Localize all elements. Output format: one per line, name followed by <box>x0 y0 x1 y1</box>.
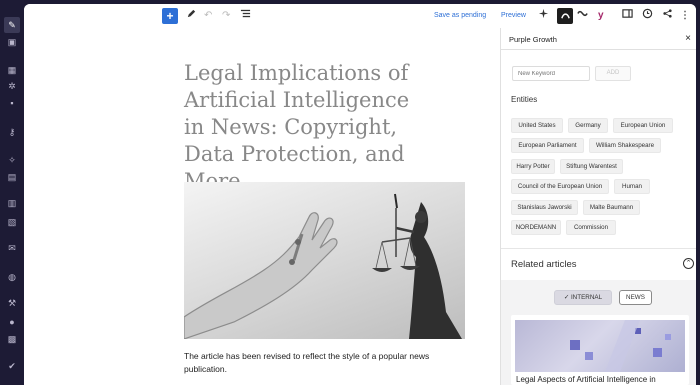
sidebar-header: Purple Growth × <box>501 28 696 50</box>
entity-chip[interactable]: Commission <box>566 220 616 235</box>
entity-chip[interactable]: Stiftung Warentest <box>560 159 623 174</box>
sparkle-icon[interactable]: ✧ <box>7 155 17 165</box>
entity-chip[interactable]: European Parliament <box>511 138 584 153</box>
entity-chip[interactable]: Germany <box>568 118 608 133</box>
magic-icon[interactable] <box>538 8 550 24</box>
image-caption[interactable]: The article has been revised to reflect … <box>184 350 465 376</box>
admin-sidebar: ✎ ▣ ▦ ✲ ▪ ⚷ ✧ ▤ ▥ ▧ ✉ ◍ ⚒ ● ▩ ✔ <box>0 0 24 385</box>
outline-icon[interactable] <box>240 8 252 24</box>
yoast-seo-icon[interactable]: y <box>598 8 612 24</box>
editor-toolbar: + ↶ ↷ Save as pending Preview y ⋮ <box>24 4 696 28</box>
share-icon[interactable] <box>662 8 674 24</box>
tab-internal[interactable]: ✓ INTERNAL <box>554 290 612 305</box>
grid-icon[interactable]: ▪ <box>7 98 17 108</box>
entities-heading: Entities <box>511 95 538 104</box>
user-icon[interactable]: ● <box>7 317 17 327</box>
purple-growth-plugin-button[interactable] <box>557 8 573 24</box>
key-icon[interactable]: ⚷ <box>7 127 17 137</box>
add-block-button[interactable]: + <box>162 8 178 24</box>
gear-icon[interactable]: ✲ <box>7 81 17 91</box>
entity-chip[interactable]: Malte Baumann <box>583 200 640 215</box>
add-keyword-button[interactable]: ADD <box>595 66 631 81</box>
plugin-icon[interactable]: ▤ <box>7 172 17 182</box>
entity-chip[interactable]: Harry Potter <box>511 159 555 174</box>
entity-chip[interactable]: NORDEMANN <box>511 220 561 235</box>
globe-icon[interactable]: ◍ <box>7 272 17 282</box>
entity-chip[interactable]: European Union <box>613 118 673 133</box>
clock-icon[interactable] <box>642 8 654 24</box>
related-article-title: Legal Aspects of Artificial Intelligence… <box>516 375 656 384</box>
robot-justice-illustration <box>184 193 462 339</box>
preview-button[interactable]: Preview <box>501 8 526 24</box>
purple-growth-sidebar: Purple Growth × ADD Entities United Stat… <box>500 28 696 385</box>
related-articles-panel: ✓ INTERNAL NEWS Legal Aspects of Artific… <box>501 280 696 385</box>
block-editor: + ↶ ↷ Save as pending Preview y ⋮ Legal … <box>24 4 696 385</box>
sidebar-title: Purple Growth <box>509 35 557 44</box>
sidebar-toggle-icon[interactable] <box>622 8 634 24</box>
wave-icon[interactable] <box>577 8 589 24</box>
chevron-up-icon[interactable]: ⌃ <box>683 258 694 269</box>
entity-chip[interactable]: United States <box>511 118 563 133</box>
editor-canvas: Legal Implications of Artificial Intelli… <box>24 28 500 385</box>
entity-chip[interactable]: Human <box>614 179 650 194</box>
pencil-icon[interactable] <box>186 8 198 24</box>
save-as-pending-button[interactable]: Save as pending <box>434 8 486 24</box>
entity-chip[interactable]: Stanislaus Jaworski <box>511 200 578 215</box>
undo-icon[interactable]: ↶ <box>204 8 216 24</box>
new-keyword-input[interactable] <box>512 66 590 81</box>
tools-icon[interactable]: ⚒ <box>7 298 17 308</box>
more-options-icon[interactable]: ⋮ <box>680 8 690 24</box>
related-article-card[interactable]: Legal Aspects of Artificial Intelligence… <box>511 315 689 385</box>
related-article-thumbnail <box>515 320 685 372</box>
media-icon[interactable]: ▣ <box>7 37 17 47</box>
calendar-icon[interactable]: ▦ <box>7 65 17 75</box>
close-icon[interactable]: × <box>685 33 691 44</box>
check-icon: ✓ <box>563 294 571 301</box>
redo-icon[interactable]: ↷ <box>222 8 234 24</box>
featured-image[interactable] <box>184 182 465 339</box>
layout-icon[interactable]: ▥ <box>7 198 17 208</box>
section-divider <box>501 248 696 249</box>
screen: ✎ ▣ ▦ ✲ ▪ ⚷ ✧ ▤ ▥ ▧ ✉ ◍ ⚒ ● ▩ ✔ + ↶ ↷ Sa… <box>0 0 700 385</box>
pin-icon[interactable]: ✎ <box>4 17 20 33</box>
related-articles-heading: Related articles <box>511 259 577 270</box>
tab-news[interactable]: NEWS <box>619 290 652 305</box>
inbox-icon[interactable]: ✉ <box>7 243 17 253</box>
entity-chip[interactable]: William Shakespeare <box>589 138 661 153</box>
settings-icon[interactable]: ▩ <box>7 334 17 344</box>
entity-chip[interactable]: Council of the European Union <box>511 179 609 194</box>
pages-icon[interactable]: ▧ <box>7 217 17 227</box>
yoast-icon[interactable]: ✔ <box>7 361 17 371</box>
tab-internal-label: INTERNAL <box>570 294 603 301</box>
post-title[interactable]: Legal Implications of Artificial Intelli… <box>184 60 434 195</box>
